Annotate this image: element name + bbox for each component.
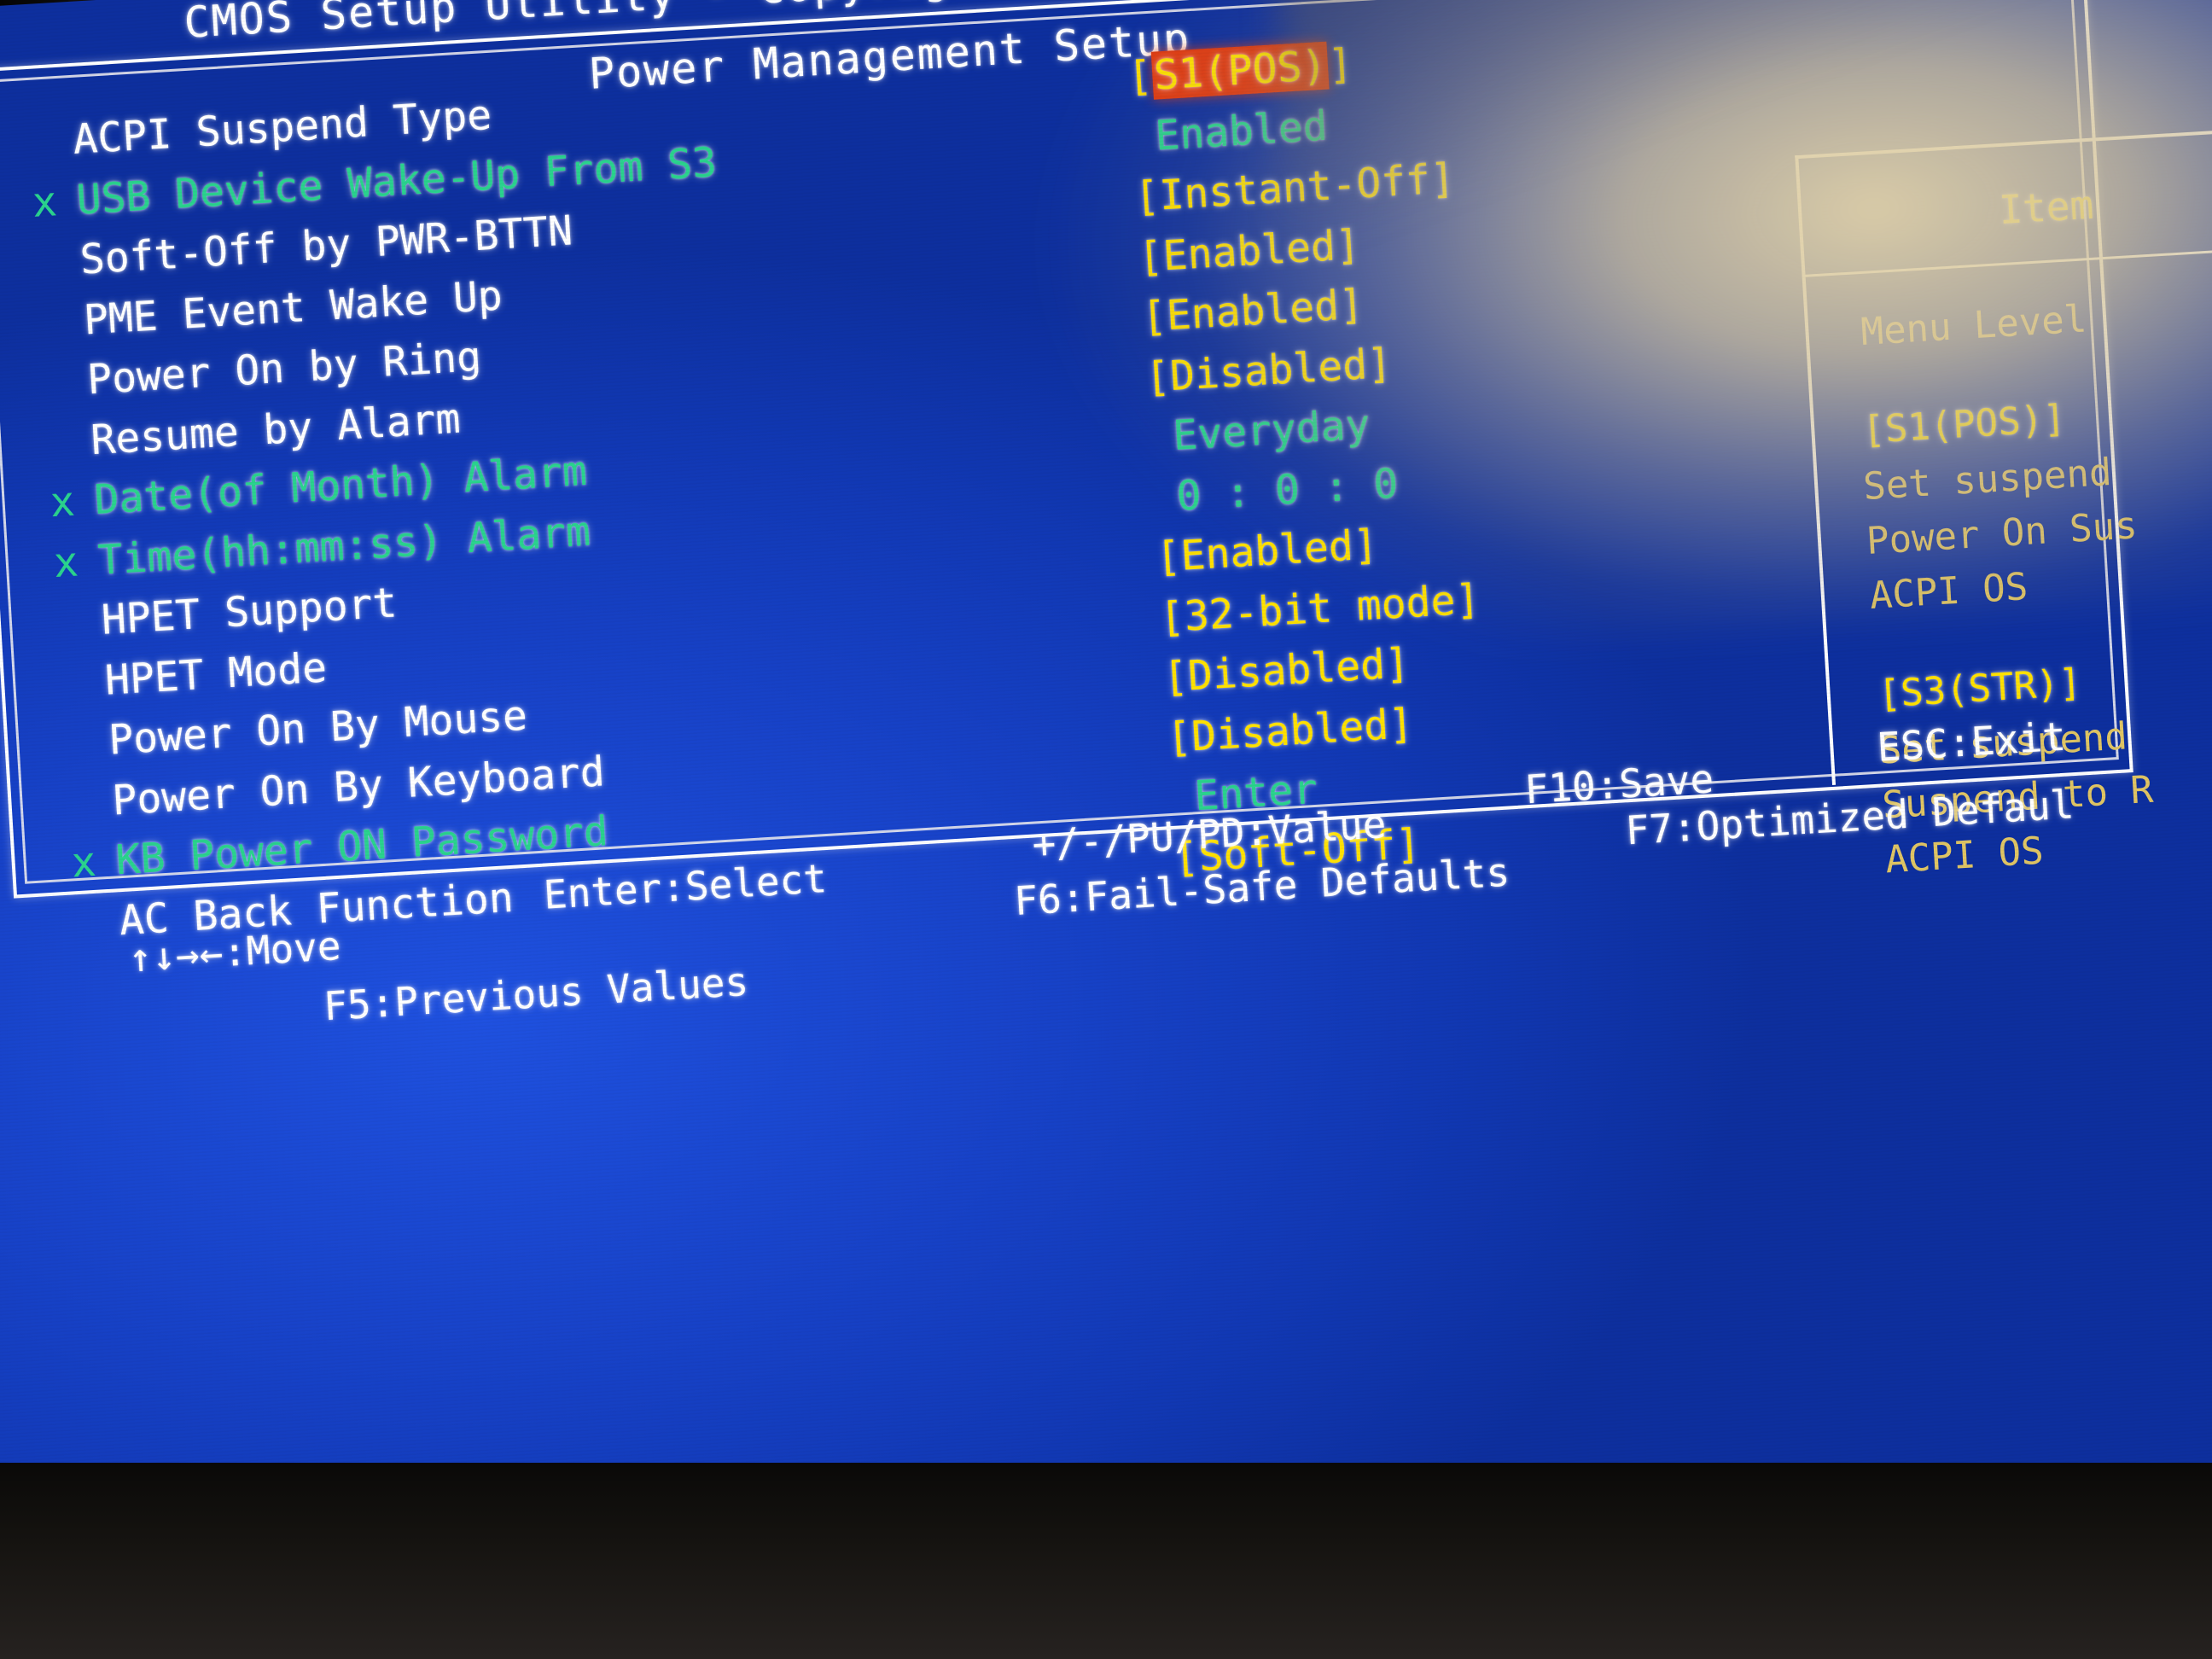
row-marker-spacer [69, 814, 114, 817]
value-text: Disabled [1186, 640, 1387, 701]
value-bracket-close: ] [1453, 574, 1481, 625]
value-bracket-open: [ [1158, 592, 1186, 642]
value-text: Enabled [1165, 282, 1341, 341]
setting-label: PME Event Wake Up [82, 271, 504, 344]
setting-value[interactable]: [S1(POS)] [1126, 40, 1354, 102]
setting-label: Power On By Keyboard [110, 747, 607, 824]
value-bracket-close: ] [1326, 39, 1354, 90]
row-marker-spacer [37, 274, 81, 276]
bios-content: CMOS Setup Utility - Copyright (C) 1984-… [0, 0, 2212, 1659]
setting-label: Power On By Mouse [107, 691, 529, 765]
row-marker-spacer [65, 754, 109, 757]
setting-label: ACPI Suspend Type [71, 90, 493, 164]
value-bracket-close: ] [1365, 339, 1394, 388]
setting-value[interactable]: [32-bit mode] [1158, 575, 1481, 642]
value-text: Enabled [1161, 221, 1337, 280]
value-bracket-open: [ [1144, 352, 1172, 402]
disabled-marker-icon: x [49, 477, 77, 527]
value-text: Disabled [1190, 701, 1390, 760]
setting-row[interactable]: Resume by Alarm [45, 394, 462, 464]
value-text: Enabled [1179, 521, 1355, 580]
setting-value[interactable]: [Enabled] [1137, 220, 1361, 281]
setting-value[interactable]: [Instant-Off] [1133, 154, 1456, 221]
value-bracket-open: [ [1161, 652, 1190, 702]
row-marker-spacer [48, 454, 92, 457]
setting-row[interactable]: Power On by Ring [42, 333, 483, 405]
row-marker-spacer [76, 934, 120, 937]
help-entry-line: ACPI OS [1883, 829, 2045, 882]
value-bracket-close: ] [1429, 154, 1457, 204]
footer-key-exit: ESC:Exit [1875, 713, 2068, 771]
monitor-bezel-bottom [0, 1463, 2212, 1659]
setting-value[interactable]: [Disabled] [1165, 699, 1415, 762]
setting-label: Soft-Off by PWR-BTTN [79, 207, 574, 284]
photo-scene: CMOS Setup Utility - Copyright (C) 1984-… [0, 0, 2212, 1659]
value-bracket-close: ] [1383, 639, 1412, 689]
value-bracket-open: [ [1140, 292, 1168, 341]
value-text: S1(POS) [1150, 41, 1330, 100]
value-bracket-open: [ [1126, 51, 1154, 102]
value-bracket-close: ] [1334, 220, 1362, 270]
setting-value[interactable]: Enabled [1154, 102, 1329, 160]
row-marker-spacer [30, 154, 74, 156]
value-text: Instant-Off [1157, 155, 1432, 220]
setting-value[interactable]: 0 : 0 : 0 [1175, 459, 1400, 520]
setting-label: Power On by Ring [85, 333, 483, 405]
value-bracket-close: ] [1351, 521, 1380, 570]
value-bracket-open: [ [1155, 532, 1183, 582]
row-marker-spacer [58, 634, 102, 637]
row-marker-spacer [40, 334, 84, 336]
setting-row[interactable]: HPET Support [56, 579, 399, 644]
disabled-marker-icon: x [52, 537, 80, 587]
value-bracket-open: [ [1137, 231, 1165, 282]
value-bracket-open: [ [1165, 712, 1193, 762]
setting-label: HPET Support [100, 579, 399, 644]
setting-label: Time(hh:mm:ss) Alarm [96, 507, 592, 585]
bios-screen: CMOS Setup Utility - Copyright (C) 1984-… [0, 0, 2212, 1659]
setting-value[interactable]: [Disabled] [1162, 639, 1412, 701]
footer-key-move: ↑↓→←:Move [126, 922, 342, 981]
setting-row[interactable]: Power On By Mouse [63, 691, 529, 765]
value-text: Disabled [1168, 340, 1369, 400]
row-marker-spacer [44, 393, 88, 396]
setting-value[interactable]: [Disabled] [1144, 339, 1394, 401]
row-marker-spacer [61, 694, 106, 696]
disabled-marker-icon: x [70, 837, 98, 888]
value-bracket-open: [ [1133, 172, 1161, 222]
setting-value[interactable]: [Enabled] [1155, 521, 1380, 581]
value-bracket-close: ] [1387, 699, 1415, 749]
setting-row[interactable]: PME Event Wake Up [38, 271, 504, 344]
setting-row[interactable]: HPET Mode [60, 643, 329, 705]
value-text: 32-bit mode [1183, 576, 1457, 641]
setting-label: Resume by Alarm [89, 394, 462, 464]
footer-key-save: F10:Save [1523, 755, 1715, 813]
help-entry-line: ACPI OS [1868, 565, 2029, 618]
setting-label: KB Power ON Password [114, 807, 610, 885]
setting-value[interactable]: Everyday [1172, 400, 1371, 460]
setting-label: Date(of Month) Alarm [93, 446, 589, 525]
setting-row[interactable]: ACPI Suspend Type [27, 90, 493, 164]
setting-value[interactable]: [Enabled] [1140, 280, 1365, 341]
disabled-marker-icon: x [31, 177, 59, 227]
item-help-title: Item [1997, 181, 2095, 234]
setting-label: HPET Mode [103, 643, 329, 705]
value-bracket-close: ] [1337, 280, 1365, 330]
